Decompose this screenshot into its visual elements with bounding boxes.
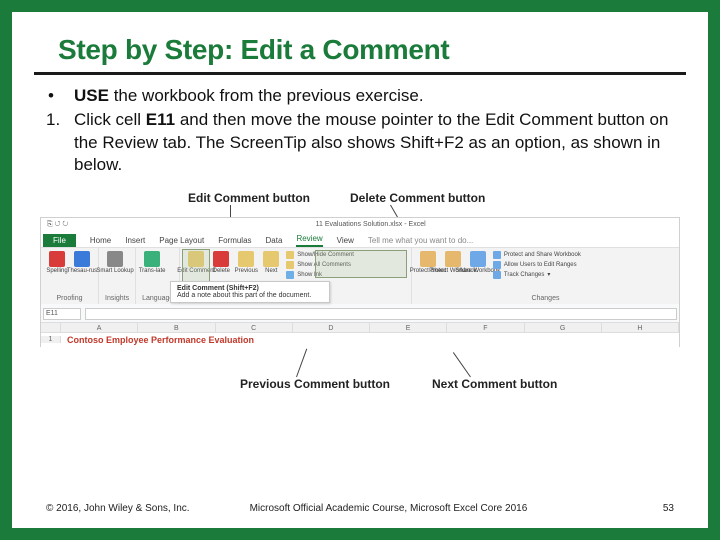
tab-data[interactable]: Data — [266, 236, 283, 247]
show-ink[interactable]: Show Ink — [286, 271, 354, 279]
body-content: • USE the workbook from the previous exe… — [12, 75, 708, 177]
slide-footer: © 2016, John Wiley & Sons, Inc. Microsof… — [46, 503, 674, 514]
group-proofing: Spelling Thesau-rus Proofing — [41, 248, 99, 304]
smart-lookup-button[interactable]: Smart Lookup — [105, 251, 125, 279]
column-headers: ABCDEFGH — [41, 322, 679, 333]
callout-edit-comment: Edit Comment button — [188, 191, 310, 205]
tab-view[interactable]: View — [337, 236, 354, 247]
next-comment-button[interactable]: Next — [261, 251, 281, 279]
tab-page-layout[interactable]: Page Layout — [159, 236, 204, 247]
group-insights: Smart Lookup Insights — [99, 248, 136, 304]
footer-course: Microsoft Official Academic Course, Micr… — [190, 503, 663, 514]
tellme-box[interactable]: Tell me what you want to do... — [368, 236, 473, 247]
footer-page-number: 53 — [663, 503, 674, 514]
tab-file[interactable]: File — [43, 234, 76, 247]
protect-sheet-button[interactable]: Protect Sheet — [418, 251, 438, 279]
footer-copyright: © 2016, John Wiley & Sons, Inc. — [46, 503, 190, 514]
bullet-use: • USE the workbook from the previous exe… — [46, 85, 674, 107]
callout-previous-comment: Previous Comment button — [240, 377, 390, 391]
protect-workbook-button[interactable]: Protect Workbook — [443, 251, 463, 279]
previous-comment-button[interactable]: Previous — [236, 251, 256, 279]
excel-window: ⎘ ↺ ↻ 11 Evaluations Solution.xlsx - Exc… — [40, 217, 680, 347]
tab-insert[interactable]: Insert — [125, 236, 145, 247]
callout-delete-comment: Delete Comment button — [350, 191, 485, 205]
translate-button[interactable]: Trans-late — [142, 251, 162, 279]
show-all-comments[interactable]: Show All Comments — [286, 261, 354, 269]
group-changes: Protect Sheet Protect Workbook Share Wor… — [412, 248, 679, 304]
track-changes[interactable]: Track Changes ▾ — [493, 271, 581, 279]
tab-review[interactable]: Review — [296, 234, 322, 247]
share-workbook-button[interactable]: Share Workbook — [468, 251, 488, 279]
screenshot-figure: Edit Comment button Delete Comment butto… — [40, 191, 680, 391]
formula-bar[interactable] — [85, 308, 677, 320]
callout-next-comment: Next Comment button — [432, 377, 557, 391]
qat-icon: ⎘ ↺ ↻ — [47, 221, 68, 229]
cell-a1-title: Contoso Employee Performance Evaluation — [61, 335, 254, 345]
protect-share-workbook[interactable]: Protect and Share Workbook — [493, 251, 581, 259]
allow-edit-ranges[interactable]: Allow Users to Edit Ranges — [493, 261, 581, 269]
name-box[interactable]: E11 — [43, 308, 81, 320]
spelling-button[interactable]: Spelling — [47, 251, 67, 279]
ribbon-tabs: File Home Insert Page Layout Formulas Da… — [41, 232, 679, 248]
edit-comment-button[interactable]: Edit Comment — [186, 251, 206, 279]
screentip: Edit Comment (Shift+F2) Add a note about… — [170, 281, 330, 303]
tab-formulas[interactable]: Formulas — [218, 236, 251, 247]
thesaurus-button[interactable]: Thesau-rus — [72, 251, 92, 279]
ribbon: Spelling Thesau-rus Proofing Smart Looku… — [41, 248, 679, 304]
row-1: 1 Contoso Employee Performance Evaluatio… — [41, 333, 679, 347]
slide-title: Step by Step: Edit a Comment — [58, 34, 662, 66]
window-filename: 11 Evaluations Solution.xlsx - Excel — [316, 221, 426, 228]
show-hide-comment[interactable]: Show/Hide Comment — [286, 251, 354, 259]
step-1: 1. Click cell E11 and then move the mous… — [46, 109, 674, 176]
title-bar: ⎘ ↺ ↻ 11 Evaluations Solution.xlsx - Exc… — [41, 218, 679, 232]
delete-comment-button[interactable]: Delete — [211, 251, 231, 279]
tab-home[interactable]: Home — [90, 236, 111, 247]
